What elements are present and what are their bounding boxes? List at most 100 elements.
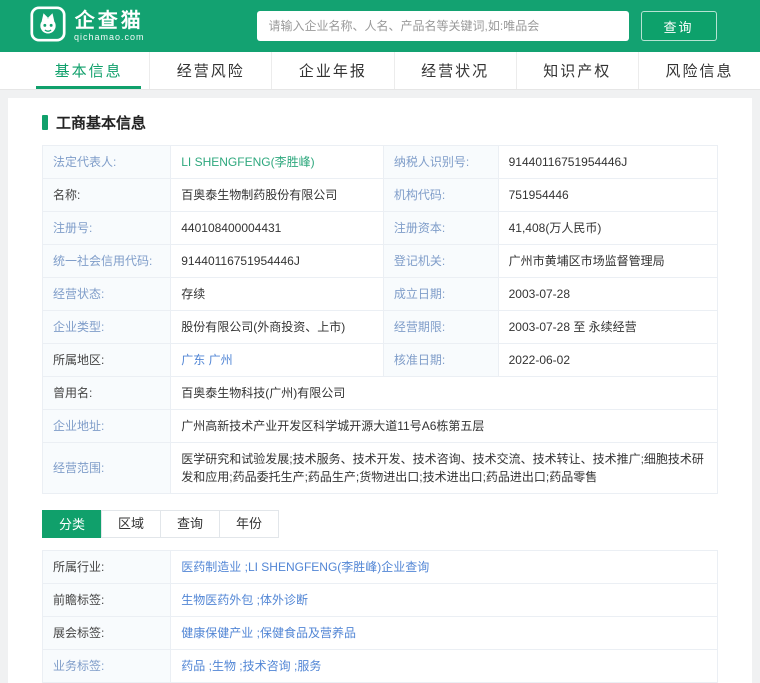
table-row: 经营范围: 医学研究和试验发展;技术服务、技术开发、技术咨询、技术交流、技术转让… xyxy=(41,442,718,494)
table-row: 企业地址: 广州高新技术产业开发区科学城开源大道11号A6栋第五层 xyxy=(41,409,718,443)
brand-domain: qichamao.com xyxy=(74,32,145,42)
field-value: 广州市黄埔区市场监督管理局 xyxy=(497,244,719,278)
tab-intellectual-property[interactable]: 知识产权 xyxy=(517,52,639,89)
field-label-org-code: 机构代码: xyxy=(382,178,499,212)
page-title: 工商基本信息 xyxy=(56,115,147,132)
field-label-reg-capital: 注册资本: xyxy=(382,211,499,245)
field-value: 广东 广州 xyxy=(170,343,384,377)
field-label-taxpayer-id: 纳税人识别号: xyxy=(382,145,499,179)
tab-annual-report[interactable]: 企业年报 xyxy=(272,52,395,89)
tag-link[interactable]: 生物 xyxy=(212,659,236,673)
cat-logo-icon xyxy=(30,5,66,47)
field-label-address: 企业地址: xyxy=(41,409,172,443)
table-row: 所属行业: 医药制造业 ;LI SHENGFENG(李胜峰)企业查询 xyxy=(41,550,718,584)
table-row: 注册号: 440108400004431 注册资本: 41,408(万人民币) xyxy=(41,211,719,245)
field-label-business-term: 经营期限: xyxy=(382,310,499,344)
field-label-exhibition-tags: 展会标签: xyxy=(41,616,172,650)
section-marker-icon xyxy=(42,115,48,130)
search-input[interactable] xyxy=(256,11,629,41)
field-label-reg-number: 注册号: xyxy=(41,211,172,245)
separator: ; xyxy=(253,593,260,607)
separator: ; xyxy=(253,626,260,640)
field-label-reg-authority: 登记机关: xyxy=(382,244,499,278)
field-label-region: 所属地区: xyxy=(41,343,172,377)
separator: ; xyxy=(205,659,212,673)
brand-name: 企查猫 xyxy=(74,10,144,32)
field-value: 751954446 xyxy=(497,178,719,212)
separator: ; xyxy=(235,659,243,673)
table-row: 业务标签: 药品 ;生物 ;技术咨询 ;服务 xyxy=(41,649,718,683)
field-value: 生物医药外包 ;体外诊断 xyxy=(170,583,718,617)
table-row: 统一社会信用代码: 91440116751954446J 登记机关: 广州市黄埔… xyxy=(41,244,719,278)
table-row: 名称: 百奥泰生物制药股份有限公司 机构代码: 751954446 xyxy=(41,178,719,212)
field-value: 百奥泰生物制药股份有限公司 xyxy=(170,178,384,212)
field-value: LI SHENGFENG(李胜峰) xyxy=(170,145,384,179)
table-row: 曾用名: 百奥泰生物科技(广州)有限公司 xyxy=(41,376,718,410)
tags-table: 所属行业: 医药制造业 ;LI SHENGFENG(李胜峰)企业查询 前瞻标签:… xyxy=(41,550,718,683)
field-label-company-type: 企业类型: xyxy=(41,310,172,344)
tag-link[interactable]: 生物医药外包 xyxy=(181,593,253,607)
tag-link[interactable]: 健康保健产业 xyxy=(181,626,253,640)
table-row: 前瞻标签: 生物医药外包 ;体外诊断 xyxy=(41,583,718,617)
field-value: 股份有限公司(外商投资、上市) xyxy=(170,310,384,344)
legal-rep-link[interactable]: LI SHENGFENG(李胜峰) xyxy=(181,155,314,169)
tag-link[interactable]: 服务 xyxy=(297,659,321,673)
field-value: 91440116751954446J xyxy=(497,145,719,179)
separator: ; xyxy=(241,560,248,574)
field-value: 健康保健产业 ;保健食品及营养品 xyxy=(170,616,718,650)
table-row: 经营状态: 存续 成立日期: 2003-07-28 xyxy=(41,277,719,311)
field-value: 医药制造业 ;LI SHENGFENG(李胜峰)企业查询 xyxy=(170,550,718,584)
field-label-legal-rep: 法定代表人: xyxy=(41,145,172,179)
field-value: 百奥泰生物科技(广州)有限公司 xyxy=(170,376,718,410)
table-row: 展会标签: 健康保健产业 ;保健食品及营养品 xyxy=(41,616,718,650)
section-header: 工商基本信息 xyxy=(42,112,718,133)
tab-basic-info[interactable]: 基本信息 xyxy=(28,52,151,89)
nav-tabs: 基本信息 经营风险 企业年报 经营状况 知识产权 风险信息 xyxy=(0,52,760,90)
field-label-status: 经营状态: xyxy=(41,277,172,311)
field-value: 2003-07-28 xyxy=(497,277,719,311)
field-value: 广州高新技术产业开发区科学城开源大道11号A6栋第五层 xyxy=(170,409,718,443)
tag-link[interactable]: 体外诊断 xyxy=(260,593,308,607)
industry-link[interactable]: 医药制造业 xyxy=(181,560,241,574)
region-link[interactable]: 广东 广州 xyxy=(181,353,232,367)
tab-business-status[interactable]: 经营状况 xyxy=(395,52,517,89)
field-label-foresight-tags: 前瞻标签: xyxy=(41,583,172,617)
table-row: 所属地区: 广东 广州 核准日期: 2022-06-02 xyxy=(41,343,719,377)
table-row: 企业类型: 股份有限公司(外商投资、上市) 经营期限: 2003-07-28 至… xyxy=(41,310,719,344)
person-query-link[interactable]: LI SHENGFENG(李胜峰)企业查询 xyxy=(248,560,429,574)
field-value: 91440116751954446J xyxy=(170,244,384,278)
field-value: 存续 xyxy=(170,277,384,311)
field-label-business-scope: 经营范围: xyxy=(41,442,172,494)
subtab-query[interactable]: 查询 xyxy=(160,510,221,538)
field-label-former-name: 曾用名: xyxy=(41,376,172,410)
search-button[interactable]: 查询 xyxy=(640,11,717,41)
tag-link[interactable]: 技术咨询 xyxy=(243,659,291,673)
search-bar: 查询 xyxy=(256,11,717,41)
field-label-credit-code: 统一社会信用代码: xyxy=(41,244,172,278)
field-label-business-tags: 业务标签: xyxy=(41,649,172,683)
field-label-approval-date: 核准日期: xyxy=(382,343,499,377)
field-label-company-name: 名称: xyxy=(41,178,172,212)
brand-logo[interactable]: 企查猫 qichamao.com xyxy=(30,5,145,47)
field-value: 2022-06-02 xyxy=(497,343,719,377)
subtab-year[interactable]: 年份 xyxy=(219,510,280,538)
field-value: 440108400004431 xyxy=(170,211,384,245)
field-label-industry: 所属行业: xyxy=(41,550,172,584)
tab-risk-info[interactable]: 风险信息 xyxy=(639,52,760,89)
filter-subtabs: 分类 区域 查询 年份 xyxy=(42,510,718,538)
subtab-region[interactable]: 区域 xyxy=(101,510,162,538)
field-value: 医学研究和试验发展;技术服务、技术开发、技术咨询、技术交流、技术转让、技术推广;… xyxy=(170,442,718,494)
field-value: 药品 ;生物 ;技术咨询 ;服务 xyxy=(170,649,718,683)
table-row: 法定代表人: LI SHENGFENG(李胜峰) 纳税人识别号: 9144011… xyxy=(41,145,719,179)
main-content: 工商基本信息 法定代表人: LI SHENGFENG(李胜峰) 纳税人识别号: … xyxy=(0,90,760,683)
top-header: 企查猫 qichamao.com 查询 xyxy=(0,0,760,52)
tab-business-risk[interactable]: 经营风险 xyxy=(150,52,273,89)
tag-link[interactable]: 药品 xyxy=(181,659,205,673)
business-info-table: 法定代表人: LI SHENGFENG(李胜峰) 纳税人识别号: 9144011… xyxy=(41,145,719,494)
field-label-established: 成立日期: xyxy=(382,277,499,311)
info-card: 工商基本信息 法定代表人: LI SHENGFENG(李胜峰) 纳税人识别号: … xyxy=(8,98,752,683)
field-value: 2003-07-28 至 永续经营 xyxy=(497,310,719,344)
subtab-category[interactable]: 分类 xyxy=(42,510,103,538)
tag-link[interactable]: 保健食品及营养品 xyxy=(260,626,356,640)
field-value: 41,408(万人民币) xyxy=(497,211,719,245)
